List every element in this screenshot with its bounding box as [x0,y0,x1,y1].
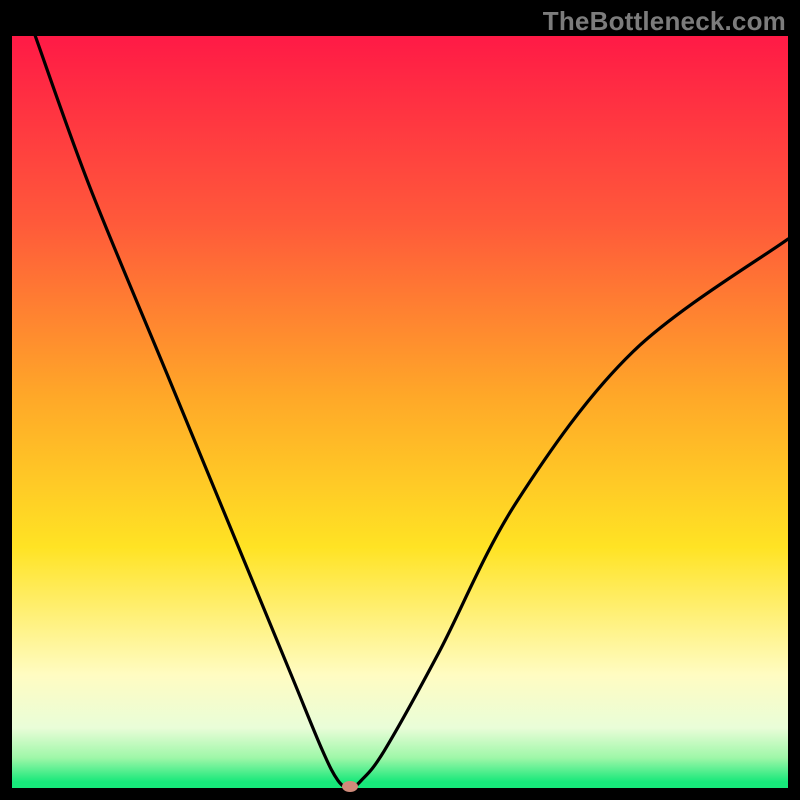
bottleneck-curve-path [35,36,788,788]
curve-svg [12,36,788,788]
watermark-text: TheBottleneck.com [543,6,786,37]
plot-area [12,36,788,788]
chart-container: TheBottleneck.com [0,0,800,800]
optimal-marker [342,781,358,792]
